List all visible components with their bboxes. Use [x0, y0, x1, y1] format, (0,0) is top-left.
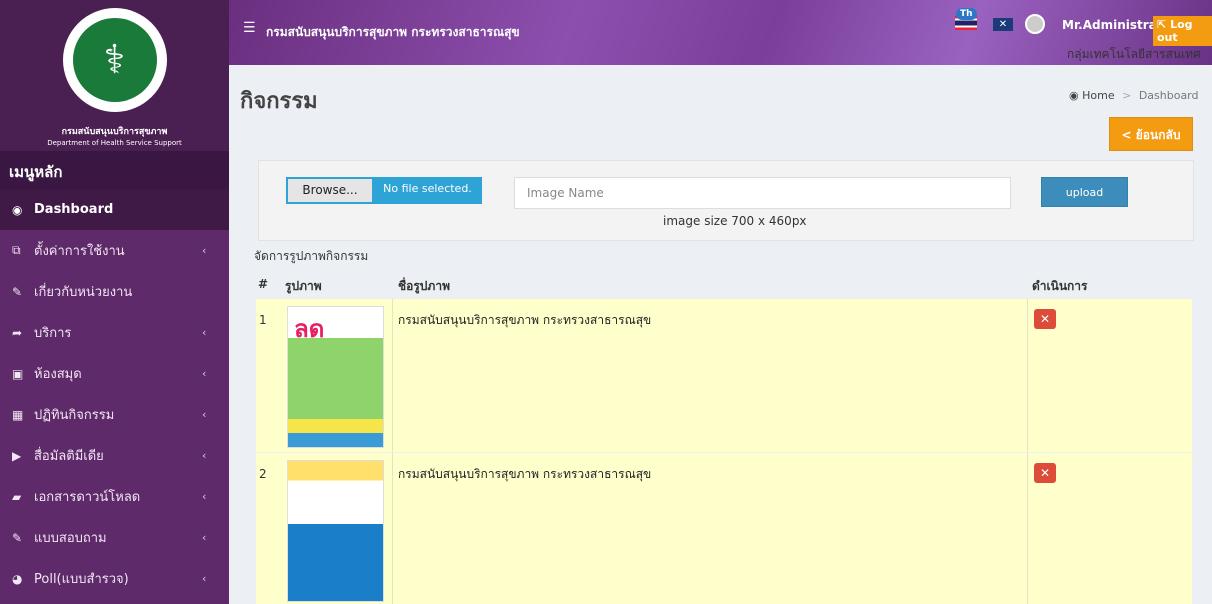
divider — [1027, 453, 1028, 604]
delete-button[interactable]: ✕ — [1034, 463, 1056, 483]
back-button[interactable]: < ย้อนกลับ — [1109, 117, 1193, 151]
breadcrumb-home[interactable]: Home — [1082, 89, 1114, 102]
col-name: ชื่อรูปภาพ — [398, 279, 450, 293]
edit-icon: ✎ — [12, 284, 23, 299]
delete-button[interactable]: ✕ — [1034, 309, 1056, 329]
row-number: 2 — [259, 467, 267, 481]
chevron-left-icon: ‹ — [202, 531, 207, 544]
breadcrumb-separator: > — [1122, 89, 1132, 102]
image-name: กรมสนับสนุนบริการสุขภาพ กระทรวงสาธารณสุข — [398, 467, 652, 481]
activity-image[interactable] — [287, 460, 384, 602]
breadcrumb: ◉ Home > Dashboard — [1069, 89, 1199, 102]
sidebar-item-survey[interactable]: ✎ แบบสอบถาม ‹ — [0, 517, 229, 558]
main-content: กิจกรรม ◉ Home > Dashboard < ย้อนกลับ Br… — [229, 65, 1212, 604]
sidebar-item-label: Poll(แบบสำรวจ) — [34, 572, 129, 587]
pie-chart-icon: ◕ — [12, 571, 23, 586]
file-status: No file selected. — [373, 177, 482, 204]
uk-flag-icon[interactable]: ✕ — [993, 18, 1013, 31]
sidebar-item-services[interactable]: ➦ บริการ ‹ — [0, 312, 229, 353]
ministry-logo: ⚕ — [62, 8, 167, 112]
logout-icon: ⇱ — [1157, 18, 1167, 31]
book-icon: ▰ — [12, 489, 22, 504]
sidebar-item-about[interactable]: ✎ เกี่ยวกับหน่วยงาน — [0, 271, 229, 312]
chevron-left-icon: ‹ — [202, 326, 207, 339]
breadcrumb-current: Dashboard — [1138, 89, 1199, 102]
sidebar-item-downloads[interactable]: ▰ เอกสารดาวน์โหลด ‹ — [0, 476, 229, 517]
sidebar-item-label: สื่อมัลติมีเดีย — [34, 449, 104, 464]
col-actions: ดำเนินการ — [1032, 279, 1088, 293]
sidebar-item-settings[interactable]: ⧉ ตั้งค่าการใช้งาน ‹ — [0, 230, 229, 271]
sidebar: ⚕ กรมสนับสนุนบริการสุขภาพ Department of … — [0, 0, 229, 604]
sidebar-item-label: บริการ — [34, 326, 72, 341]
brand-name-th: กรมสนับสนุนบริการสุขภาพ — [61, 127, 168, 137]
divider — [1027, 299, 1028, 453]
poster-graphic: ลด — [294, 315, 325, 343]
sidebar-item-library[interactable]: ▣ ห้องสมุด ‹ — [0, 353, 229, 394]
brand-name-en: Department of Health Service Support — [47, 139, 182, 147]
sidebar-item-media[interactable]: ▶ สื่อมัลติมีเดีย ‹ — [0, 435, 229, 476]
table-header: # รูปภาพ ชื่อรูปภาพ ดำเนินการ — [254, 272, 1194, 298]
sidebar-item-calendar[interactable]: ▦ ปฏิทินกิจกรรม ‹ — [0, 394, 229, 435]
divider — [392, 299, 393, 453]
table-row: 1 ลด กรมสนับสนุนบริการสุขภาพ กระทรวงสาธา… — [256, 298, 1192, 453]
col-num: # — [258, 277, 269, 291]
sidebar-item-label: เอกสารดาวน์โหลด — [34, 490, 141, 505]
page-title: กิจกรรม — [240, 89, 318, 114]
image-name: กรมสนับสนุนบริการสุขภาพ กระทรวงสาธารณสุข — [398, 313, 652, 327]
top-header: ☰ กรมสนับสนุนบริการสุขภาพ กระทรวงสาธารณส… — [229, 0, 1212, 65]
browse-button[interactable]: Browse... — [286, 177, 374, 204]
media-icon: ▶ — [12, 448, 22, 463]
edit-icon: ✎ — [12, 530, 23, 545]
image-name-input[interactable]: Image Name — [514, 177, 1011, 209]
sidebar-menu: ◉ Dashboard ⧉ ตั้งค่าการใช้งาน ‹ ✎ เกี่ย… — [0, 189, 229, 599]
share-icon: ➦ — [12, 325, 23, 340]
sidebar-item-label: ตั้งค่าการใช้งาน — [34, 244, 125, 259]
activity-image[interactable]: ลด — [287, 306, 384, 448]
library-icon: ▣ — [12, 366, 24, 381]
hamburger-menu-icon[interactable]: ☰ — [243, 20, 256, 36]
avatar[interactable] — [1025, 14, 1045, 34]
caduceus-icon: ⚕ — [72, 18, 157, 102]
sidebar-item-poll[interactable]: ◕ Poll(แบบสำรวจ) ‹ — [0, 558, 229, 599]
org-subtitle: กลุ่มเทคโนโลยีสารสนเทศ — [1067, 47, 1201, 61]
dashboard-icon: ◉ — [12, 202, 23, 217]
divider — [392, 453, 393, 604]
sidebar-item-label: เกี่ยวกับหน่วยงาน — [34, 285, 133, 300]
row-number: 1 — [259, 313, 267, 327]
calendar-icon: ▦ — [12, 407, 24, 422]
close-icon: ✕ — [1039, 466, 1051, 480]
chevron-left-icon: ‹ — [202, 572, 207, 585]
sidebar-item-dashboard[interactable]: ◉ Dashboard — [0, 189, 229, 230]
upload-panel: Browse... No file selected. Image Name u… — [258, 160, 1194, 241]
chevron-left-icon: ‹ — [202, 244, 207, 257]
sidebar-item-label: ห้องสมุด — [34, 367, 82, 382]
col-image: รูปภาพ — [285, 279, 322, 293]
chevron-left-icon: ‹ — [202, 408, 207, 421]
table-row: 2 กรมสนับสนุนบริการสุขภาพ กระทรวงสาธารณส… — [256, 452, 1192, 604]
sidebar-item-label: Dashboard — [34, 202, 114, 217]
chevron-left-icon: ‹ — [202, 367, 207, 380]
menu-header: เมนูหลัก — [0, 151, 229, 189]
section-label: จัดการรูปภาพกิจกรรม — [254, 249, 369, 263]
sidebar-item-label: แบบสอบถาม — [34, 531, 107, 546]
sidebar-item-label: ปฏิทินกิจกรรม — [34, 408, 115, 423]
chevron-left-icon: ‹ — [202, 449, 207, 462]
header-title: กรมสนับสนุนบริการสุขภาพ กระทรวงสาธารณสุข — [266, 25, 520, 39]
settings-icon: ⧉ — [12, 243, 21, 257]
brand: ⚕ กรมสนับสนุนบริการสุขภาพ Department of … — [0, 0, 229, 151]
logout-button[interactable]: ⇱ Log out — [1153, 16, 1212, 46]
home-icon: ◉ — [1069, 89, 1083, 102]
close-icon: ✕ — [1039, 312, 1051, 326]
chevron-left-icon: ‹ — [202, 490, 207, 503]
upload-button[interactable]: upload — [1041, 177, 1128, 207]
image-size-note: image size 700 x 460px — [663, 214, 807, 228]
language-badge: Th — [956, 8, 977, 20]
